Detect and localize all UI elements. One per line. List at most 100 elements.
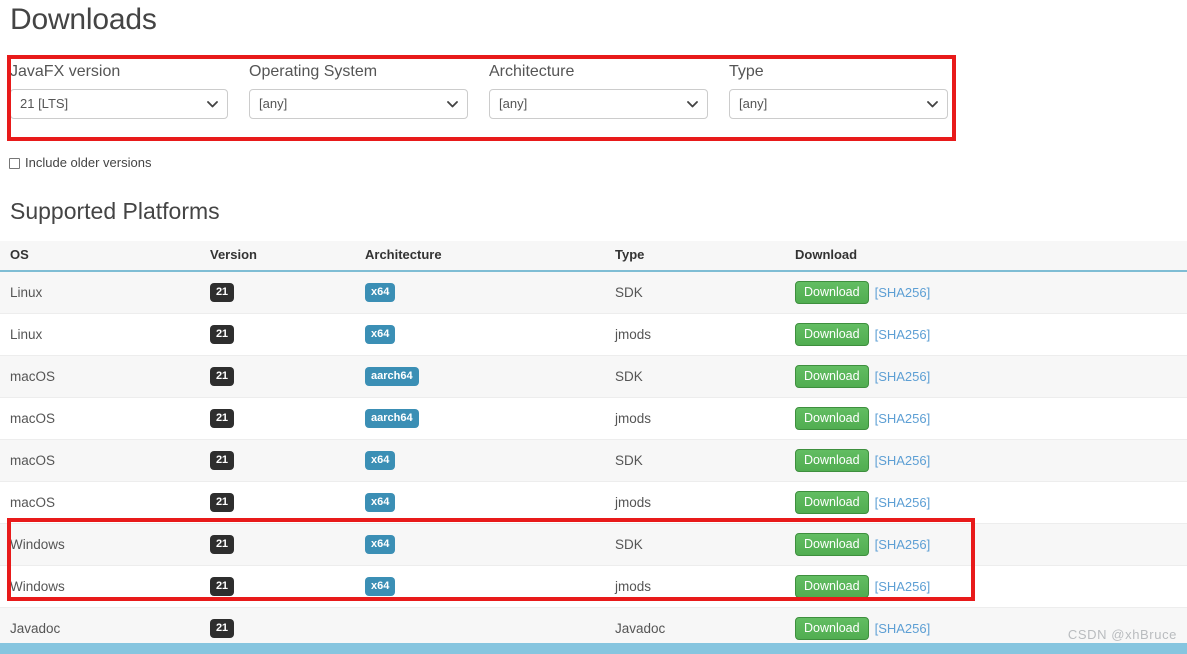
- chevron-down-icon: [447, 90, 458, 118]
- architecture-badge: x64: [365, 535, 396, 554]
- sha256-link[interactable]: [SHA256]: [875, 411, 931, 426]
- table-header-row: OS Version Architecture Type Download: [0, 241, 1187, 272]
- architecture-badge: x64: [365, 283, 396, 302]
- table-row: Windows 21 x64 jmods Download [SHA256]: [0, 565, 1187, 608]
- cell-architecture: x64: [365, 481, 615, 524]
- type-select[interactable]: [any]: [729, 89, 948, 119]
- cell-download: Download [SHA256]: [795, 271, 1187, 314]
- cell-version: 21: [210, 565, 365, 608]
- watermark: CSDN @xhBruce: [1067, 627, 1177, 642]
- cell-download: Download [SHA256]: [795, 565, 1187, 608]
- section-title: Supported Platforms: [10, 198, 220, 224]
- cell-type: SDK: [615, 355, 795, 398]
- cell-version: 21: [210, 439, 365, 482]
- version-badge: 21: [210, 367, 234, 386]
- filter-architecture-label: Architecture: [489, 63, 575, 80]
- filter-type: Type [any]: [729, 62, 948, 119]
- chevron-down-icon: [687, 90, 698, 118]
- column-header-type: Type: [615, 241, 795, 272]
- download-button[interactable]: Download: [795, 617, 869, 640]
- cell-os: macOS: [0, 355, 210, 398]
- supported-platforms-table-wrapper: OS Version Architecture Type Download Li…: [0, 241, 1187, 650]
- cell-download: Download [SHA256]: [795, 355, 1187, 398]
- table-row: macOS 21 x64 jmods Download [SHA256]: [0, 481, 1187, 524]
- cell-download: Download [SHA256]: [795, 439, 1187, 482]
- filter-javafx-version-label: JavaFX version: [10, 63, 121, 80]
- table-row: macOS 21 x64 SDK Download [SHA256]: [0, 439, 1187, 482]
- download-button[interactable]: Download: [795, 449, 869, 472]
- cell-type: jmods: [615, 397, 795, 440]
- sha256-link[interactable]: [SHA256]: [875, 327, 931, 342]
- filter-javafx-version: JavaFX version 21 [LTS]: [10, 62, 228, 119]
- cell-version: 21: [210, 397, 365, 440]
- architecture-badge: x64: [365, 325, 396, 344]
- cell-os: macOS: [0, 481, 210, 524]
- cell-architecture: x64: [365, 439, 615, 482]
- chevron-down-icon: [927, 90, 938, 118]
- filter-bar: JavaFX version 21 [LTS] Operating System…: [0, 52, 1187, 148]
- architecture-badge: x64: [365, 577, 396, 596]
- cell-architecture: aarch64: [365, 397, 615, 440]
- architecture-badge: aarch64: [365, 409, 419, 428]
- architecture-select-value: [any]: [499, 96, 528, 111]
- sha256-link[interactable]: [SHA256]: [875, 537, 931, 552]
- version-badge: 21: [210, 493, 234, 512]
- architecture-badge: x64: [365, 493, 396, 512]
- architecture-select[interactable]: [any]: [489, 89, 708, 119]
- chevron-down-icon: [207, 90, 218, 118]
- sha256-link[interactable]: [SHA256]: [875, 453, 931, 468]
- sha256-link[interactable]: [SHA256]: [875, 579, 931, 594]
- sha256-link[interactable]: [SHA256]: [875, 369, 931, 384]
- cell-type: SDK: [615, 439, 795, 482]
- cell-version: 21: [210, 481, 365, 524]
- cell-os: Linux: [0, 313, 210, 356]
- cell-type: jmods: [615, 481, 795, 524]
- filter-type-label: Type: [729, 63, 764, 80]
- version-badge: 21: [210, 325, 234, 344]
- operating-system-select[interactable]: [any]: [249, 89, 468, 119]
- cell-os: Windows: [0, 565, 210, 608]
- include-older-versions-label: Include older versions: [25, 155, 152, 170]
- table-body: Linux 21 x64 SDK Download [SHA256] Linux 21 x64 j…: [0, 271, 1187, 650]
- architecture-badge: aarch64: [365, 367, 419, 386]
- cell-architecture: x64: [365, 523, 615, 566]
- cell-download: Download [SHA256]: [795, 481, 1187, 524]
- version-badge: 21: [210, 409, 234, 428]
- download-button[interactable]: Download: [795, 323, 869, 346]
- download-button[interactable]: Download: [795, 575, 869, 598]
- operating-system-select-value: [any]: [259, 96, 288, 111]
- cell-type: SDK: [615, 271, 795, 314]
- download-button[interactable]: Download: [795, 533, 869, 556]
- include-older-versions-row[interactable]: Include older versions: [9, 154, 151, 172]
- sha256-link[interactable]: [SHA256]: [875, 621, 931, 636]
- filter-operating-system: Operating System [any]: [249, 62, 468, 119]
- version-badge: 21: [210, 577, 234, 596]
- download-button[interactable]: Download: [795, 281, 869, 304]
- cell-architecture: x64: [365, 565, 615, 608]
- version-badge: 21: [210, 535, 234, 554]
- download-button[interactable]: Download: [795, 365, 869, 388]
- cell-type: SDK: [615, 523, 795, 566]
- sha256-link[interactable]: [SHA256]: [875, 285, 931, 300]
- column-header-architecture: Architecture: [365, 241, 615, 272]
- cell-architecture: aarch64: [365, 355, 615, 398]
- cell-os: macOS: [0, 397, 210, 440]
- include-older-versions-checkbox[interactable]: [9, 157, 20, 169]
- cell-version: 21: [210, 355, 365, 398]
- download-button[interactable]: Download: [795, 407, 869, 430]
- table-row: Linux 21 x64 jmods Download [SHA256]: [0, 313, 1187, 356]
- cell-download: Download [SHA256]: [795, 397, 1187, 440]
- bottom-accent-bar: [0, 643, 1187, 654]
- javafx-version-select[interactable]: 21 [LTS]: [10, 89, 228, 119]
- cell-version: 21: [210, 271, 365, 314]
- cell-os: macOS: [0, 439, 210, 482]
- cell-version: 21: [210, 313, 365, 356]
- sha256-link[interactable]: [SHA256]: [875, 495, 931, 510]
- cell-type: jmods: [615, 313, 795, 356]
- column-header-os: OS: [0, 241, 210, 272]
- version-badge: 21: [210, 619, 234, 638]
- cell-download: Download [SHA256]: [795, 313, 1187, 356]
- table-row: macOS 21 aarch64 SDK Download [SHA256]: [0, 355, 1187, 398]
- download-button[interactable]: Download: [795, 491, 869, 514]
- cell-version: 21: [210, 523, 365, 566]
